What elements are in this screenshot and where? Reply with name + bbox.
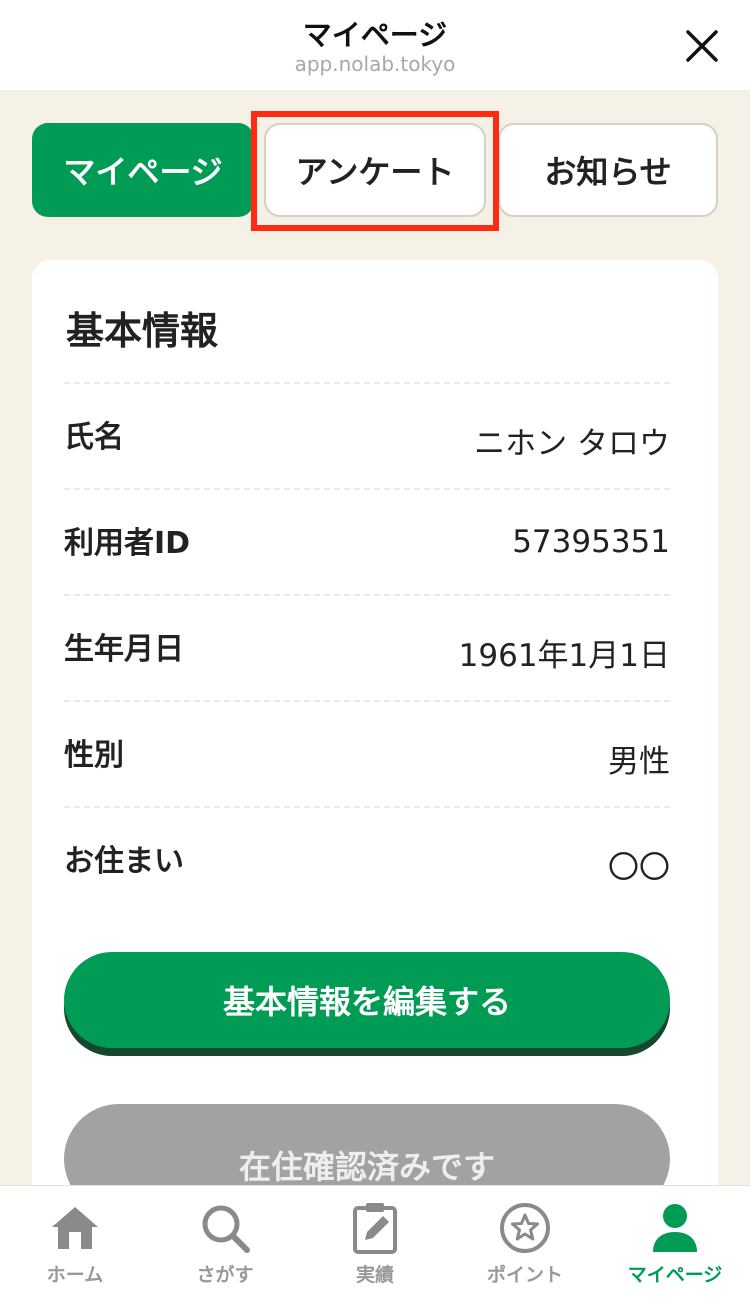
nav-label: さがす — [196, 1264, 254, 1286]
nav-mypage[interactable]: マイページ — [600, 1186, 750, 1298]
nav-label: 実績 — [355, 1264, 394, 1286]
page-title: マイページ — [302, 18, 448, 52]
home-icon — [52, 1207, 98, 1249]
row-label: 生年月日 — [64, 632, 184, 667]
tab-mypage[interactable]: マイページ — [32, 123, 254, 217]
info-row-birthday: 生年月日 1961年1月1日 — [64, 594, 670, 700]
star-circle-icon — [500, 1203, 550, 1253]
info-row-gender: 性別 男性 — [64, 700, 670, 806]
tab-survey[interactable]: アンケート — [264, 123, 486, 217]
nav-search[interactable]: さがす — [150, 1186, 300, 1298]
close-button[interactable] — [684, 28, 720, 64]
nav-label: ポイント — [486, 1264, 563, 1286]
row-value: 男性 — [608, 744, 670, 780]
info-row-user-id: 利用者ID 57395351 — [64, 488, 670, 594]
info-row-residence: お住まい 〇〇 — [64, 806, 670, 912]
person-icon — [653, 1204, 697, 1252]
row-value: 〇〇 — [608, 850, 670, 886]
nav-label: ホーム — [46, 1264, 104, 1286]
row-label: 性別 — [64, 738, 124, 773]
row-value: 57395351 — [512, 524, 670, 560]
row-value: ニホン タロウ — [474, 426, 670, 462]
row-label: 利用者ID — [64, 526, 191, 561]
bottom-nav: ホーム さがす 実績 ポイント マイページ — [0, 1185, 750, 1298]
info-list: 氏名 ニホン タロウ 利用者ID 57395351 生年月日 1961年1月1日… — [64, 382, 670, 912]
search-icon — [202, 1205, 250, 1253]
row-label: 氏名 — [64, 420, 124, 455]
tab-bar: マイページ アンケート お知らせ — [32, 123, 718, 219]
nav-points[interactable]: ポイント — [450, 1186, 600, 1298]
row-label: お住まい — [64, 844, 184, 879]
basic-info-card: 基本情報 氏名 ニホン タロウ 利用者ID 57395351 生年月日 1961… — [32, 260, 718, 1260]
tab-news[interactable]: お知らせ — [498, 123, 718, 217]
nav-records[interactable]: 実績 — [300, 1186, 450, 1298]
edit-basic-info-button[interactable]: 基本情報を編集する — [64, 952, 670, 1048]
close-icon — [686, 30, 718, 62]
card-title: 基本情報 — [66, 309, 219, 353]
clipboard-edit-icon — [353, 1203, 397, 1254]
nav-label: マイページ — [627, 1264, 723, 1286]
info-row-name: 氏名 ニホン タロウ — [64, 382, 670, 488]
top-bar: マイページ app.nolab.tokyo — [0, 0, 750, 90]
page-url: app.nolab.tokyo — [294, 52, 456, 76]
row-value: 1961年1月1日 — [458, 638, 670, 674]
nav-home[interactable]: ホーム — [0, 1186, 150, 1298]
